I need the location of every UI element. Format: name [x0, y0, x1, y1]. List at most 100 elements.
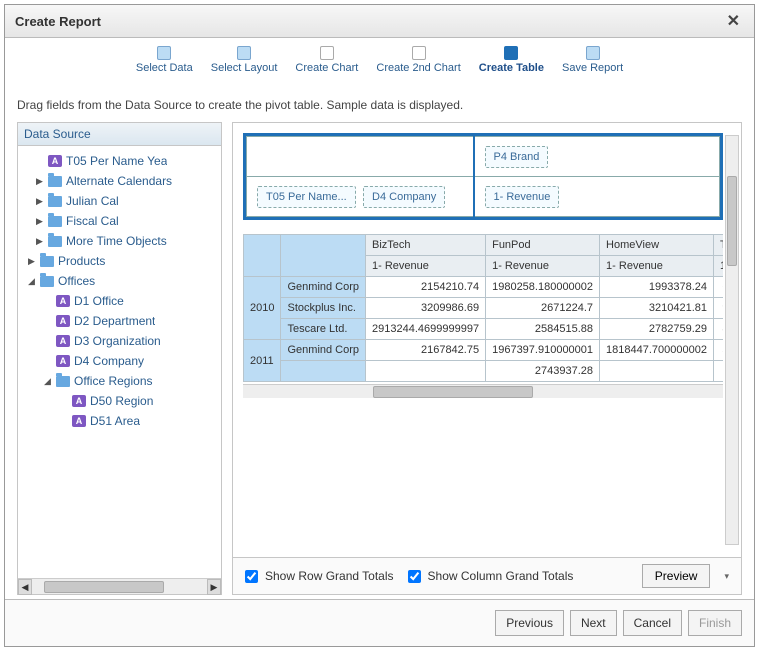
step-create-2nd-chart[interactable]: Create 2nd Chart	[376, 46, 460, 74]
data-source-tree[interactable]: A T05 Per Name Yea ▶ Alternate Calendars ▶…	[18, 146, 221, 578]
cell	[714, 361, 724, 382]
cell: 3209986.69	[366, 298, 486, 319]
folder-icon	[48, 236, 62, 247]
row-company	[281, 361, 366, 382]
row-totals-input[interactable]	[245, 570, 258, 583]
attribute-icon: A	[56, 355, 70, 367]
dialog-footer: Previous Next Cancel Finish	[5, 599, 754, 646]
cell: 2671224.7	[486, 298, 600, 319]
cell: 3210421.81	[600, 298, 714, 319]
scroll-thumb[interactable]	[44, 581, 164, 593]
attribute-icon: A	[56, 315, 70, 327]
drop-badge-row2[interactable]: D4 Company	[363, 186, 445, 208]
previous-button[interactable]: Previous	[495, 610, 564, 636]
cell: 2584515.88	[486, 319, 600, 340]
cell	[366, 361, 486, 382]
wizard-steps: Select Data Select Layout Create Chart C…	[5, 38, 754, 76]
col-sub: 1- Revenue	[600, 256, 714, 277]
create-report-dialog: Create Report ✕ Select Data Select Layou…	[4, 4, 755, 647]
pivot-body: P4 Brand T05 Per Name... D4 Company 1- R…	[233, 123, 741, 557]
row-company: Genmind Corp	[281, 277, 366, 298]
step-create-chart[interactable]: Create Chart	[295, 46, 358, 74]
content-area: Drag fields from the Data Source to crea…	[5, 76, 754, 599]
expand-icon[interactable]: ▶	[36, 196, 44, 207]
pivot-panel: P4 Brand T05 Per Name... D4 Company 1- R…	[232, 122, 742, 595]
cell: 6127	[714, 277, 724, 298]
row-year: 2011	[244, 340, 281, 382]
cell: 2913244.4699999997	[366, 319, 486, 340]
tree-folder-alt-cal[interactable]: Alternate Calendars	[66, 174, 172, 188]
tree-folder-julian[interactable]: Julian Cal	[66, 194, 119, 208]
dialog-title: Create Report	[15, 14, 101, 29]
step-select-data[interactable]: Select Data	[136, 46, 193, 74]
data-source-panel: Data Source A T05 Per Name Yea ▶ Alternate…	[17, 122, 222, 595]
collapse-icon[interactable]: ◢	[44, 376, 52, 387]
next-button[interactable]: Next	[570, 610, 617, 636]
folder-icon	[48, 196, 62, 207]
col-group: BizTech	[366, 235, 486, 256]
tree-folder-offices[interactable]: Offices	[58, 274, 95, 288]
cell: 1967397.910000001	[486, 340, 600, 361]
cell: 8280	[714, 319, 724, 340]
cell: 5953	[714, 340, 724, 361]
title-bar: Create Report ✕	[5, 5, 754, 38]
pivot-v-scrollbar[interactable]	[725, 135, 739, 545]
folder-icon	[56, 376, 70, 387]
cell: 2743937.28	[486, 361, 600, 382]
tree-h-scrollbar[interactable]: ◀ ▶	[18, 578, 221, 594]
col-grand-totals-checkbox[interactable]: Show Column Grand Totals	[404, 567, 574, 586]
expand-icon[interactable]: ▶	[36, 216, 44, 227]
step-save-report[interactable]: Save Report	[562, 46, 623, 74]
drop-badge-columns[interactable]: P4 Brand	[485, 146, 549, 168]
tree-folder-fiscal[interactable]: Fiscal Cal	[66, 214, 119, 228]
folder-icon	[40, 276, 54, 287]
step-create-table[interactable]: Create Table	[479, 46, 544, 74]
expand-icon[interactable]: ▶	[28, 256, 36, 267]
pivot-drop-zones[interactable]: P4 Brand T05 Per Name... D4 Company 1- R…	[243, 133, 723, 220]
pivot-preview-table: BizTech FunPod HomeView Total 1- Revenue…	[243, 234, 723, 382]
tree-folder-more-time[interactable]: More Time Objects	[66, 234, 167, 248]
scroll-thumb[interactable]	[727, 176, 737, 266]
attribute-icon: A	[56, 295, 70, 307]
data-source-header: Data Source	[18, 123, 221, 146]
scroll-right-icon[interactable]: ▶	[207, 579, 221, 595]
tree-attr-d3[interactable]: D3 Organization	[74, 334, 161, 348]
close-icon[interactable]: ✕	[723, 11, 744, 31]
tree-attr-d1[interactable]: D1 Office	[74, 294, 124, 308]
finish-button[interactable]: Finish	[688, 610, 742, 636]
table-h-scrollbar[interactable]	[243, 384, 723, 398]
expand-icon[interactable]: ▶	[36, 236, 44, 247]
tree-attr-d4[interactable]: D4 Company	[74, 354, 144, 368]
tree-attr-d50[interactable]: D50 Region	[90, 394, 153, 408]
drop-badge-row1[interactable]: T05 Per Name...	[257, 186, 356, 208]
folder-icon	[48, 216, 62, 227]
attribute-icon: A	[72, 415, 86, 427]
cell: 2154210.74	[366, 277, 486, 298]
cell: 9091	[714, 298, 724, 319]
scroll-left-icon[interactable]: ◀	[18, 579, 32, 595]
tree-folder-office-regions[interactable]: Office Regions	[74, 374, 153, 388]
folder-icon	[48, 176, 62, 187]
tree-attr-d2[interactable]: D2 Department	[74, 314, 155, 328]
expand-icon[interactable]: ▶	[36, 176, 44, 187]
drop-badge-measure[interactable]: 1- Revenue	[485, 186, 560, 208]
row-year: 2010	[244, 277, 281, 340]
tree-folder-products[interactable]: Products	[58, 254, 105, 268]
tree-attr-d51[interactable]: D51 Area	[90, 414, 140, 428]
folder-icon	[40, 256, 54, 267]
col-totals-input[interactable]	[408, 570, 421, 583]
preview-dropdown-icon[interactable]: ▾	[720, 571, 733, 582]
row-grand-totals-checkbox[interactable]: Show Row Grand Totals	[241, 567, 394, 586]
collapse-icon[interactable]: ◢	[28, 276, 36, 287]
cell: 2167842.75	[366, 340, 486, 361]
step-select-layout[interactable]: Select Layout	[211, 46, 278, 74]
row-company: Stockplus Inc.	[281, 298, 366, 319]
cancel-button[interactable]: Cancel	[623, 610, 682, 636]
scroll-thumb[interactable]	[373, 386, 533, 398]
cell: 2782759.29	[600, 319, 714, 340]
tree-attr-t05[interactable]: T05 Per Name Yea	[66, 154, 167, 168]
row-company: Tescare Ltd.	[281, 319, 366, 340]
attribute-icon: A	[56, 335, 70, 347]
preview-button[interactable]: Preview	[642, 564, 711, 588]
instruction-text: Drag fields from the Data Source to crea…	[17, 98, 742, 112]
